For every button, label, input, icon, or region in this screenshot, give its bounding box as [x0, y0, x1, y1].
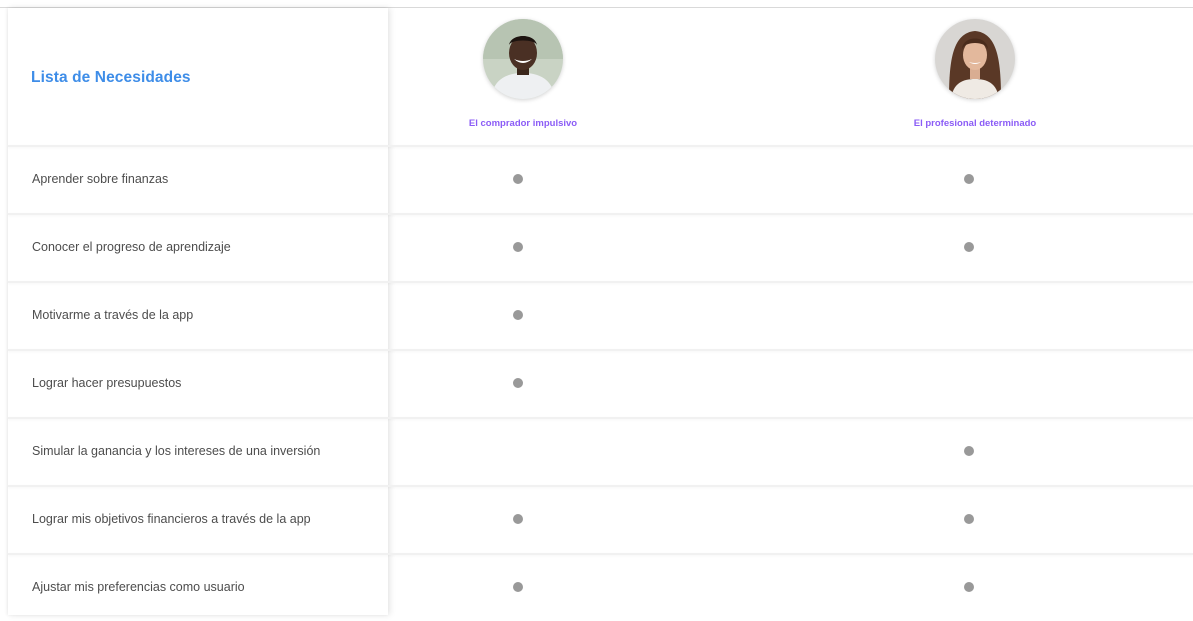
table-row: Motivarme a través de la app [0, 281, 1193, 349]
match-dot-icon [513, 514, 523, 524]
persona-name: El profesional determinado [913, 118, 1037, 129]
table-row: Simular la ganancia y los intereses de u… [0, 417, 1193, 485]
table-row: Lograr mis objetivos financieros a travé… [0, 485, 1193, 553]
match-dot-icon [964, 242, 974, 252]
woman-portrait-icon [935, 19, 1015, 99]
persona-name: El comprador impulsivo [468, 118, 578, 129]
match-dot-icon [513, 310, 523, 320]
match-dot-icon [964, 446, 974, 456]
match-dot-icon [964, 582, 974, 592]
need-label: Simular la ganancia y los intereses de u… [32, 444, 321, 458]
persona-determined-professional: El profesional determinado [855, 19, 1095, 130]
persona-impulsive-buyer: El comprador impulsivo [403, 19, 643, 130]
avatar [483, 19, 563, 99]
match-dot-icon [964, 174, 974, 184]
avatar [935, 19, 1015, 99]
need-label: Lograr mis objetivos financieros a travé… [32, 512, 311, 526]
need-label: Lograr hacer presupuestos [32, 376, 182, 390]
match-dot-icon [513, 378, 523, 388]
table-row: Aprender sobre finanzas [0, 145, 1193, 213]
needs-list-title: Lista de Necesidades [31, 69, 191, 86]
row-divider [8, 349, 1193, 351]
need-label: Ajustar mis preferencias como usuario [32, 580, 245, 594]
match-dot-icon [964, 514, 974, 524]
need-label: Motivarme a través de la app [32, 308, 194, 322]
table-row: Ajustar mis preferencias como usuario [0, 553, 1193, 621]
need-label: Aprender sobre finanzas [32, 172, 169, 186]
match-dot-icon [513, 582, 523, 592]
table-row: Conocer el progreso de aprendizaje [0, 213, 1193, 281]
match-dot-icon [513, 242, 523, 252]
match-dot-icon [513, 174, 523, 184]
table-row: Lograr hacer presupuestos [0, 349, 1193, 417]
man-portrait-icon [483, 19, 563, 99]
row-divider [8, 145, 1193, 147]
need-label: Conocer el progreso de aprendizaje [32, 240, 231, 254]
